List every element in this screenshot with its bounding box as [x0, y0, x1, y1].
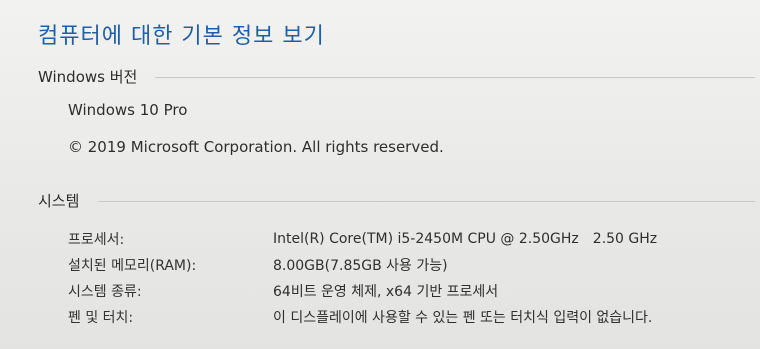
memory-label: 설치된 메모리(RAM): [68, 258, 197, 274]
copyright-text: © 2019 Microsoft Corporation. All rights… [68, 138, 444, 156]
system-type-row: 시스템 종류: 64비트 운영 체제, x64 기반 프로세서 [68, 278, 758, 304]
processor-value: Intel(R) Core(TM) i5-2450M CPU @ 2.50GHz [273, 231, 579, 247]
memory-row: 설치된 메모리(RAM): 8.00GB(7.85GB 사용 가능) [68, 252, 758, 278]
system-info-table: 프로세서: Intel(R) Core(TM) i5-2450M CPU @ 2… [68, 226, 758, 330]
windows-edition-heading: Windows 버전 [38, 68, 138, 86]
processor-speed-value: 2.50 GHz [592, 231, 658, 247]
system-heading: 시스템 [38, 192, 80, 210]
page-title: 컴퓨터에 대한 기본 정보 보기 [38, 24, 325, 49]
processor-label: 프로세서: [68, 232, 125, 248]
system-type-value: 64비트 운영 체제, x64 기반 프로세서 [273, 284, 499, 300]
pen-touch-value: 이 디스플레이에 사용할 수 있는 펜 또는 터치식 입력이 없습니다. [273, 310, 653, 326]
system-type-label: 시스템 종류: [68, 284, 142, 300]
section-divider [98, 201, 755, 202]
windows-edition-value: Windows 10 Pro [68, 101, 188, 119]
system-info-page: 컴퓨터에 대한 기본 정보 보기 Windows 버전 Windows 10 P… [0, 0, 760, 349]
pen-touch-label: 펜 및 터치: [68, 310, 134, 326]
section-divider [155, 77, 755, 78]
memory-value: 8.00GB(7.85GB 사용 가능) [273, 258, 448, 274]
processor-row: 프로세서: Intel(R) Core(TM) i5-2450M CPU @ 2… [68, 226, 758, 252]
pen-touch-row: 펜 및 터치: 이 디스플레이에 사용할 수 있는 펜 또는 터치식 입력이 없… [68, 304, 758, 330]
